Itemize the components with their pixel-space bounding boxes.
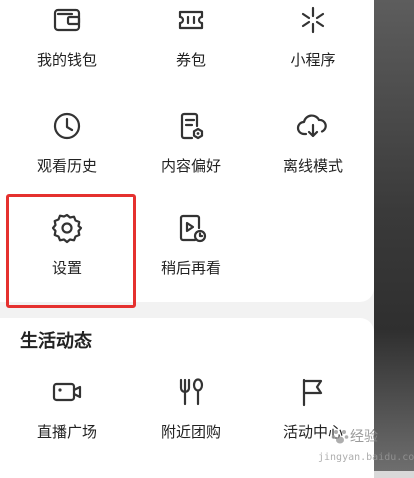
menu-item-coupons[interactable]: 券包 bbox=[141, 2, 241, 70]
menu-card-top: 我的钱包 券包 小程序 观看历史 内容偏好 离线模式 设置 稍后再看 bbox=[0, 0, 374, 302]
gear-icon bbox=[49, 210, 85, 246]
menu-item-label: 内容偏好 bbox=[160, 157, 221, 175]
wallet-icon bbox=[49, 2, 85, 38]
menu-item-wallet[interactable]: 我的钱包 bbox=[17, 2, 117, 70]
menu-item-label: 设置 bbox=[51, 259, 82, 277]
menu-item-settings[interactable]: 设置 bbox=[17, 210, 117, 278]
menu-item-label: 我的钱包 bbox=[36, 51, 97, 69]
video-camera-icon bbox=[49, 374, 85, 410]
section-title-life: 生活动态 bbox=[20, 331, 92, 352]
mini-program-icon bbox=[295, 2, 331, 38]
background-edge bbox=[374, 0, 414, 471]
menu-item-label: 稍后再看 bbox=[160, 259, 221, 277]
menu-item-label: 小程序 bbox=[290, 51, 336, 69]
menu-item-watch-later[interactable]: 稍后再看 bbox=[141, 210, 241, 278]
menu-item-label: 离线模式 bbox=[282, 157, 343, 175]
watch-later-icon bbox=[173, 210, 209, 246]
menu-item-watch-history[interactable]: 观看历史 bbox=[17, 108, 117, 176]
menu-item-nearby-deals[interactable]: 附近团购 bbox=[141, 374, 241, 442]
menu-item-label: 观看历史 bbox=[36, 157, 97, 175]
cloud-download-icon bbox=[295, 108, 331, 144]
ticket-icon bbox=[173, 2, 209, 38]
menu-item-offline-mode[interactable]: 离线模式 bbox=[263, 108, 363, 176]
watermark-url: jingyan.baidu.com bbox=[318, 452, 414, 463]
menu-item-label: 附近团购 bbox=[160, 423, 221, 441]
watermark-paw-icon bbox=[331, 430, 349, 444]
menu-item-mini-program[interactable]: 小程序 bbox=[263, 2, 363, 70]
content-preference-icon bbox=[173, 108, 209, 144]
menu-item-content-preference[interactable]: 内容偏好 bbox=[141, 108, 241, 176]
fork-spoon-icon bbox=[173, 374, 209, 410]
flag-icon bbox=[295, 374, 331, 410]
watermark-text: 经验 bbox=[350, 429, 378, 445]
menu-item-label: 直播广场 bbox=[36, 423, 97, 441]
clock-icon bbox=[49, 108, 85, 144]
menu-item-label: 券包 bbox=[175, 51, 206, 69]
menu-item-live-square[interactable]: 直播广场 bbox=[17, 374, 117, 442]
